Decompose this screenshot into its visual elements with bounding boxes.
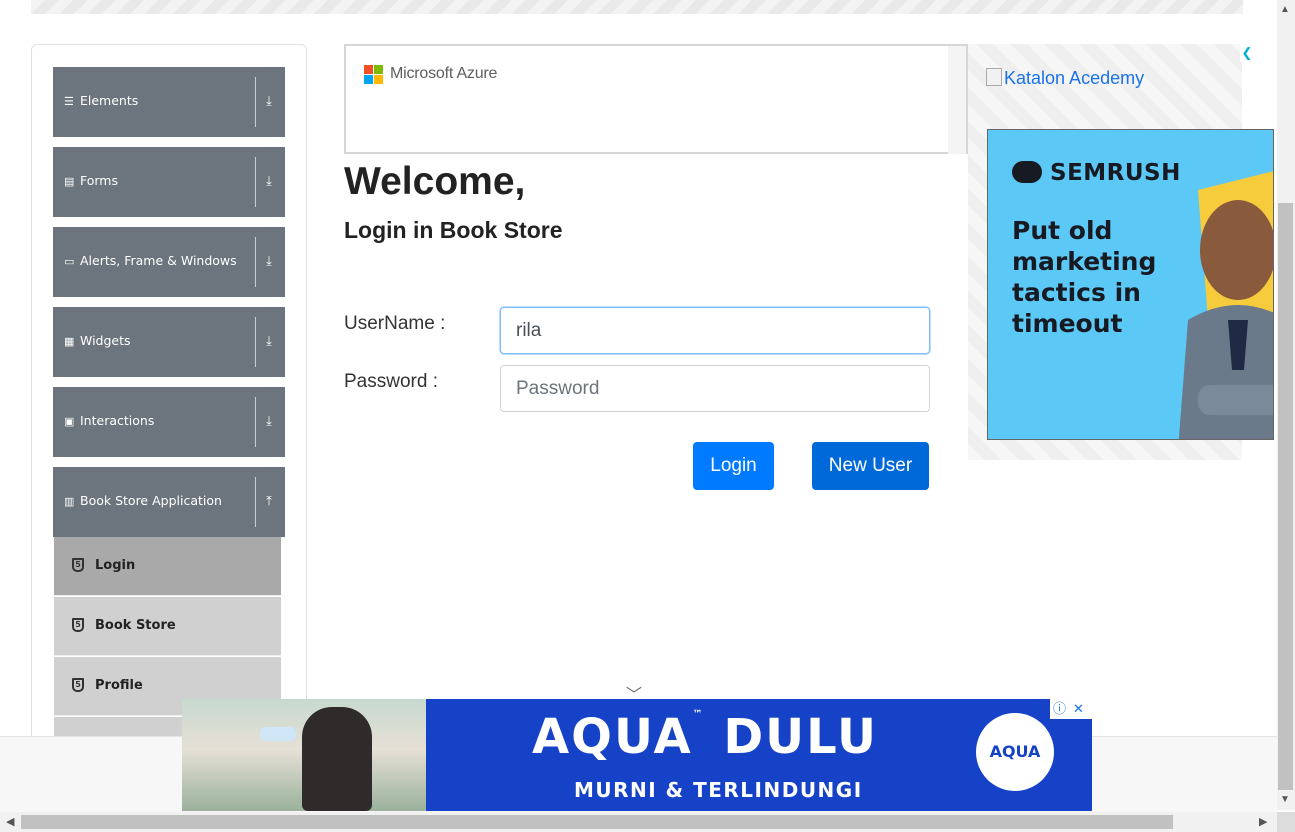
interactions-icon: ▣ [64,416,75,428]
sidebar-group-widgets[interactable]: ▦ Widgets ⤓ [53,307,285,377]
semrush-tagline: Put old marketing tactics in timeout [1012,216,1157,338]
aqua-title-brand: AQUA [532,709,693,765]
close-icon[interactable]: ✕ [1069,699,1088,719]
divider [255,477,256,527]
boy-illustration-icon [1178,171,1273,439]
sidebar-group-label: Forms [80,173,119,188]
widgets-icon: ▦ [64,336,75,348]
sidebar-group-label: Interactions [80,413,155,428]
book-icon: ▥ [64,496,75,508]
window-icon: ▭ [64,256,75,268]
menu-icon: ☰ [64,96,74,108]
divider [255,157,256,207]
vertical-scroll-thumb[interactable] [1278,203,1293,790]
sidebar-group-forms[interactable]: ▤ Forms ⤓ [53,147,285,217]
divider [255,317,256,367]
download-icon: ⤓ [266,173,272,188]
html5-icon: 5 [72,678,84,692]
page-subtitle: Login in Book Store [344,217,563,243]
html5-icon: 5 [72,618,84,632]
aqua-title-suffix: DULU [723,709,878,765]
top-decorative-band [31,0,1243,14]
aqua-logo-badge: AQUA [976,713,1054,791]
download-icon: ⤓ [266,333,272,348]
sidebar-item-book-store[interactable]: 5 Book Store [54,597,281,656]
upload-icon: ⤒ [266,493,272,508]
azure-ad-banner[interactable]: Microsoft Azure [344,44,968,154]
aqua-ad-banner[interactable]: AQUA™ DULU MURNI & TERLINDUNGI AQUA ⓘ ✕ [182,699,1092,811]
semrush-logo: SEMRUSH [1012,160,1181,186]
sidebar-group-label: Alerts, Frame & Windows [80,253,237,268]
azure-brand-text: Microsoft Azure [390,65,498,82]
semrush-logo-text: SEMRUSH [1050,160,1181,186]
divider [255,397,256,447]
broken-image-icon [986,68,1002,86]
info-icon[interactable]: ⓘ [1050,699,1069,719]
aqua-title: AQUA™ DULU [532,709,878,765]
sidebar-item-label: Login [95,558,136,573]
katalon-ad-link[interactable]: Katalon Acedemy [986,68,1144,89]
semrush-ad[interactable]: SEMRUSH Put old marketing tactics in tim… [987,129,1274,440]
divider [255,237,256,287]
scroll-down-icon[interactable]: ▼ [1280,794,1290,805]
scrollbar-corner [1277,812,1295,832]
password-label: Password : [344,371,438,392]
divider [255,77,256,127]
download-icon: ⤓ [266,413,272,428]
download-icon: ⤓ [266,253,272,268]
water-bottle-icon [260,727,296,741]
sidebar-group-label: Elements [80,93,139,108]
scroll-right-icon[interactable]: ▶ [1259,815,1267,828]
sidebar-group-elements[interactable]: ☰ Elements ⤓ [53,67,285,137]
sidebar-group-label: Book Store Application [80,493,222,508]
left-panel: ☰ Elements ⤓ ▤ Forms ⤓ ▭ Alerts, Frame &… [31,44,307,746]
ad-choices[interactable]: ⓘ ✕ [1050,699,1092,719]
form-icon: ▤ [64,176,75,188]
ad-collapse-icon[interactable]: ❮ [1240,44,1254,62]
login-button[interactable]: Login [693,442,774,490]
sidebar-group-label: Widgets [80,333,131,348]
page-title: Welcome, [344,160,526,203]
username-input[interactable] [500,307,930,354]
download-icon: ⤓ [266,93,272,108]
password-input[interactable] [500,365,930,412]
scroll-up-icon[interactable]: ▲ [1280,4,1290,15]
aqua-subtitle: MURNI & TERLINDUNGI [574,778,863,802]
sidebar-item-label: Book Store [95,618,176,633]
person-drinking-icon [302,707,372,811]
sidebar-item-label: Profile [95,678,143,693]
sidebar-group-book-store[interactable]: ▥ Book Store Application ⤒ [53,467,285,537]
katalon-ad-text: Katalon Acedemy [1004,68,1145,88]
new-user-button[interactable]: New User [812,442,929,490]
trademark: ™ [692,709,705,720]
semrush-flame-icon [1012,161,1042,183]
horizontal-scroll-thumb[interactable] [21,815,1173,829]
vertical-scrollbar[interactable]: ▲ ▼ [1277,0,1295,810]
sidebar-item-login[interactable]: 5 Login [54,537,281,596]
sidebar-group-interactions[interactable]: ▣ Interactions ⤓ [53,387,285,457]
microsoft-logo-icon [364,65,384,85]
username-label: UserName : [344,313,446,334]
html5-icon: 5 [72,558,84,572]
scroll-left-icon[interactable]: ◀ [6,815,14,828]
horizontal-scrollbar[interactable]: ◀ ▶ [0,812,1277,832]
sidebar-group-alerts[interactable]: ▭ Alerts, Frame & Windows ⤓ [53,227,285,297]
ad-edge [948,46,966,154]
